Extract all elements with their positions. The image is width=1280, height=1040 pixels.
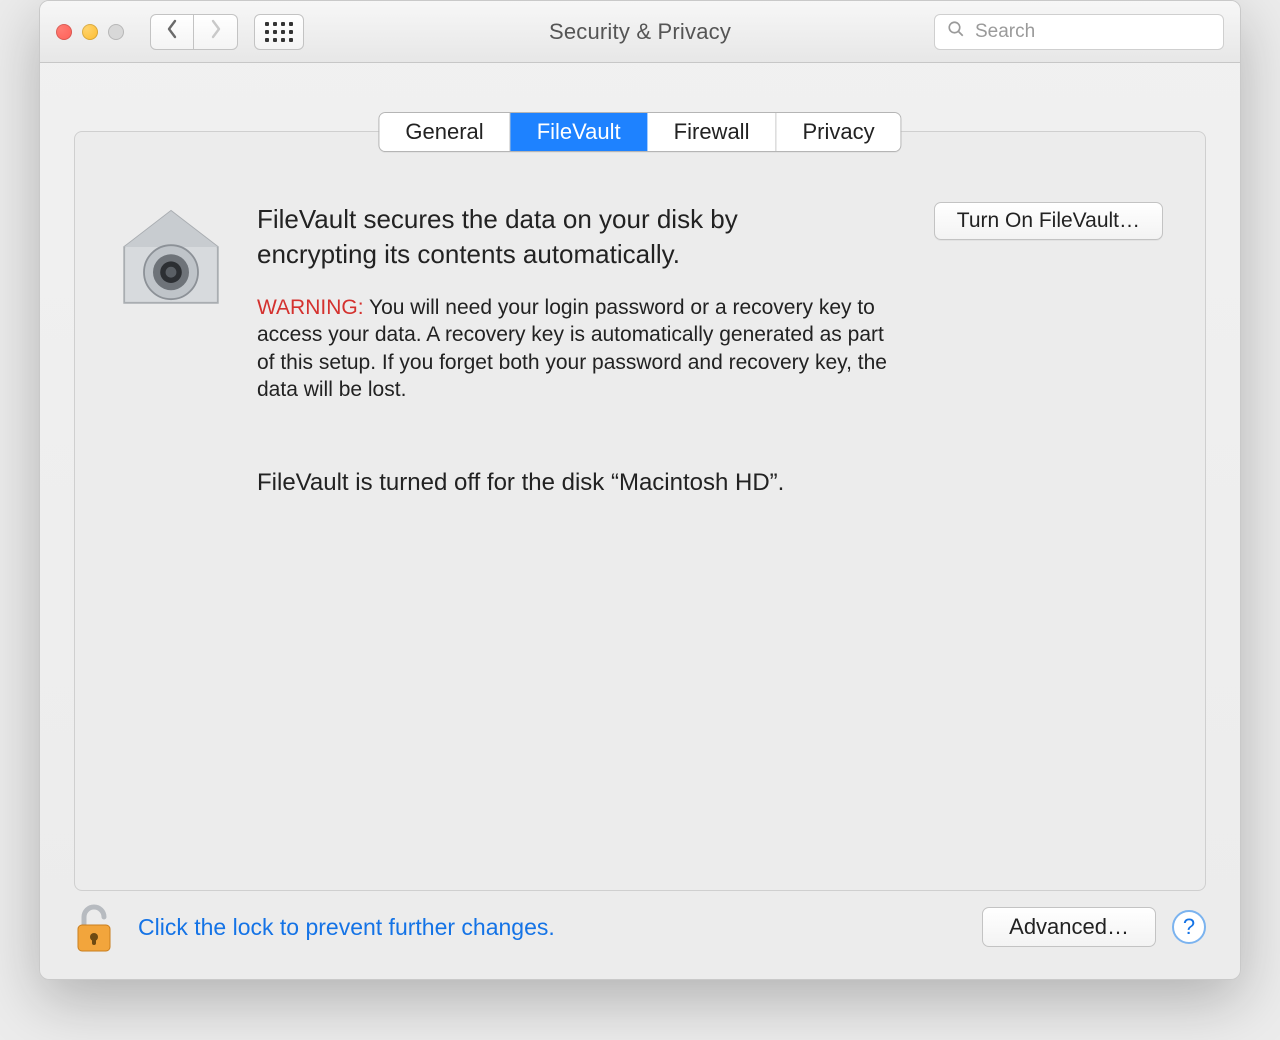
preferences-window: Security & Privacy General FileVault Fir…: [39, 0, 1241, 980]
window-controls: [56, 24, 124, 40]
search-icon: [947, 20, 973, 44]
tab-privacy[interactable]: Privacy: [776, 113, 900, 151]
panel-inner: FileVault secures the data on your disk …: [75, 132, 1205, 497]
nav-buttons: [150, 14, 238, 50]
tab-general[interactable]: General: [379, 113, 510, 151]
search-field[interactable]: [934, 14, 1224, 50]
tabbar: General FileVault Firewall Privacy: [378, 112, 901, 152]
back-button[interactable]: [150, 14, 194, 50]
filevault-headline: FileVault secures the data on your disk …: [257, 202, 817, 272]
filevault-text-column: FileVault secures the data on your disk …: [257, 202, 902, 497]
apps-grid-icon: [265, 22, 293, 42]
titlebar: Security & Privacy: [40, 1, 1240, 63]
minimize-button[interactable]: [82, 24, 98, 40]
filevault-status: FileVault is turned off for the disk “Ma…: [257, 469, 902, 497]
zoom-button[interactable]: [108, 24, 124, 40]
lock-icon[interactable]: [74, 899, 114, 955]
content-area: General FileVault Firewall Privacy: [40, 63, 1240, 979]
close-button[interactable]: [56, 24, 72, 40]
chevron-left-icon: [165, 19, 179, 45]
tab-firewall[interactable]: Firewall: [648, 113, 777, 151]
warning-label: WARNING:: [257, 296, 364, 319]
settings-panel: General FileVault Firewall Privacy: [74, 131, 1206, 891]
filevault-top-row: FileVault secures the data on your disk …: [117, 202, 1163, 497]
tab-filevault[interactable]: FileVault: [511, 113, 648, 151]
lock-hint-text[interactable]: Click the lock to prevent further change…: [138, 914, 555, 941]
footer: Click the lock to prevent further change…: [74, 899, 1206, 955]
advanced-button[interactable]: Advanced…: [982, 907, 1156, 947]
filevault-icon: [117, 202, 225, 310]
filevault-warning: WARNING: You will need your login passwo…: [257, 294, 902, 403]
forward-button[interactable]: [194, 14, 238, 50]
show-all-prefs-button[interactable]: [254, 14, 304, 50]
chevron-right-icon: [209, 19, 223, 45]
turn-on-filevault-button[interactable]: Turn On FileVault…: [934, 202, 1163, 240]
help-button[interactable]: ?: [1172, 910, 1206, 944]
search-input[interactable]: [973, 20, 1211, 44]
